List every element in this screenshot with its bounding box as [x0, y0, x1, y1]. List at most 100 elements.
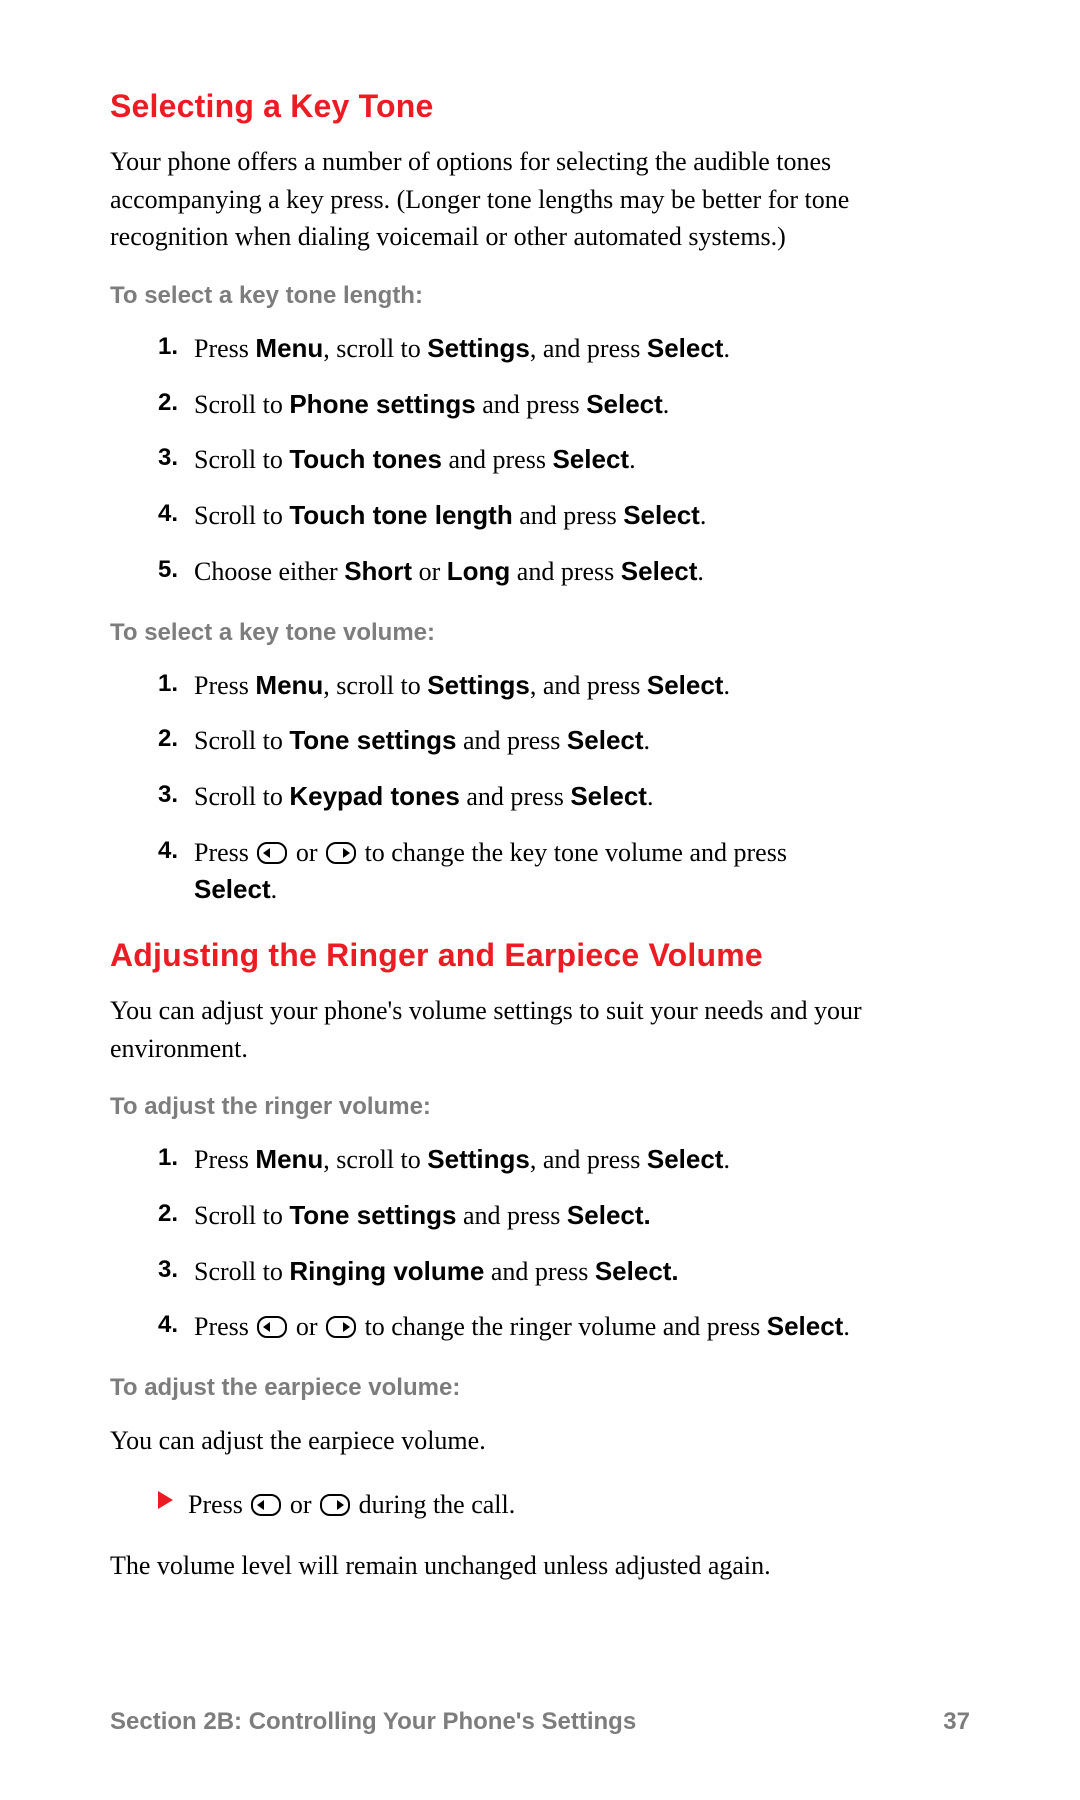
bold: Select. — [595, 1256, 679, 1286]
step-text: Scroll to — [194, 501, 289, 530]
step: 3. Scroll to Keypad tones and press Sele… — [158, 778, 970, 816]
nav-left-icon — [257, 1316, 287, 1338]
intro-ringer: You can adjust your phone's volume setti… — [110, 992, 970, 1067]
step-text: or — [289, 1312, 324, 1341]
steps-ringer-volume: 1. Press Menu, scroll to Settings, and p… — [110, 1141, 970, 1346]
bold: Touch tone length — [289, 500, 512, 530]
earpiece-step: Press or during the call. — [110, 1486, 970, 1524]
bold: Ringing volume — [289, 1256, 484, 1286]
label-key-tone-volume: To select a key tone volume: — [110, 619, 970, 647]
red-arrow-icon — [158, 1491, 173, 1509]
step-text: , and press — [530, 1145, 647, 1174]
step-number: 3. — [158, 778, 178, 813]
label-earpiece-volume: To adjust the earpiece volume: — [110, 1374, 970, 1402]
bold: Select — [552, 444, 629, 474]
heading-ringer-earpiece: Adjusting the Ringer and Earpiece Volume — [110, 937, 970, 974]
bold: Select — [570, 781, 647, 811]
step-text: and press — [456, 726, 566, 755]
step: 4. Scroll to Touch tone length and press… — [158, 497, 970, 535]
steps-key-tone-volume: 1. Press Menu, scroll to Settings, and p… — [110, 667, 970, 909]
step-number: 4. — [158, 834, 178, 869]
step-text: . — [271, 875, 278, 904]
bold: Select — [586, 389, 663, 419]
step-text: to change the key tone volume and press — [358, 838, 787, 867]
bold: Settings — [427, 1144, 530, 1174]
bold: Select — [567, 725, 644, 755]
step-number: 2. — [158, 386, 178, 421]
step-text: , scroll to — [323, 671, 427, 700]
heading-key-tone: Selecting a Key Tone — [110, 88, 970, 125]
step-text: and press — [460, 782, 570, 811]
step: 1. Press Menu, scroll to Settings, and p… — [158, 667, 970, 705]
step-text: or — [412, 557, 447, 586]
step-number: 2. — [158, 722, 178, 757]
bold: Select — [647, 1144, 724, 1174]
step-text: Scroll to — [194, 1257, 289, 1286]
step-number: 1. — [158, 1141, 178, 1176]
step-text: to change the ringer volume and press — [358, 1312, 767, 1341]
step-text: Scroll to — [194, 390, 289, 419]
bold: Menu — [255, 670, 323, 700]
step-text: , and press — [530, 334, 647, 363]
bold: Select — [767, 1311, 844, 1341]
step-text: and press — [513, 501, 623, 530]
step-text: and press — [476, 390, 586, 419]
step-number: 2. — [158, 1197, 178, 1232]
step-text: or — [289, 838, 324, 867]
bold: Menu — [255, 1144, 323, 1174]
step-text: Press — [194, 1145, 255, 1174]
bold: Select. — [567, 1200, 651, 1230]
step-number: 5. — [158, 553, 178, 588]
step-text: and press — [510, 557, 620, 586]
step-text: Press — [188, 1490, 249, 1519]
step-number: 3. — [158, 441, 178, 476]
step-number: 1. — [158, 667, 178, 702]
intro-key-tone: Your phone offers a number of options fo… — [110, 143, 970, 256]
step-text: during the call. — [352, 1490, 515, 1519]
step-text: and press — [442, 445, 552, 474]
bold: Tone settings — [289, 1200, 456, 1230]
step-text: . — [843, 1312, 850, 1341]
step-text: Scroll to — [194, 1201, 289, 1230]
step: 1. Press Menu, scroll to Settings, and p… — [158, 1141, 970, 1179]
step-text: , and press — [530, 671, 647, 700]
step-text: , scroll to — [323, 334, 427, 363]
step: 1. Press Menu, scroll to Settings, and p… — [158, 330, 970, 368]
step-text: Press — [194, 671, 255, 700]
bold: Long — [447, 556, 511, 586]
step-text: Choose either — [194, 557, 344, 586]
step-text: Press — [194, 838, 255, 867]
nav-right-icon — [326, 842, 356, 864]
step: 2. Scroll to Phone settings and press Se… — [158, 386, 970, 424]
bold: Touch tones — [289, 444, 442, 474]
bold: Select — [647, 670, 724, 700]
step: 2. Scroll to Tone settings and press Sel… — [158, 1197, 970, 1235]
manual-page: Selecting a Key Tone Your phone offers a… — [0, 0, 1080, 1800]
steps-key-tone-length: 1. Press Menu, scroll to Settings, and p… — [110, 330, 970, 590]
step-text: . — [723, 1145, 730, 1174]
bold: Settings — [427, 670, 530, 700]
label-ringer-volume: To adjust the ringer volume: — [110, 1093, 970, 1121]
nav-right-icon — [326, 1316, 356, 1338]
step: 5. Choose either Short or Long and press… — [158, 553, 970, 591]
step-text: . — [697, 557, 704, 586]
step: 4. Press or to change the ringer volume … — [158, 1308, 970, 1346]
earpiece-intro: You can adjust the earpiece volume. — [110, 1422, 970, 1460]
step-text: . — [629, 445, 636, 474]
step: 3. Scroll to Ringing volume and press Se… — [158, 1253, 970, 1291]
bold: Short — [344, 556, 412, 586]
bold: Select — [194, 874, 271, 904]
nav-right-icon — [320, 1494, 350, 1516]
step-number: 4. — [158, 497, 178, 532]
step-text: . — [644, 726, 651, 755]
step-text: Scroll to — [194, 782, 289, 811]
step-text: . — [723, 334, 730, 363]
step: 2. Scroll to Tone settings and press Sel… — [158, 722, 970, 760]
step-number: 4. — [158, 1308, 178, 1343]
step-text: . — [647, 782, 654, 811]
nav-left-icon — [257, 842, 287, 864]
step: 3. Scroll to Touch tones and press Selec… — [158, 441, 970, 479]
step-number: 1. — [158, 330, 178, 365]
step: 4. Press or to change the key tone volum… — [158, 834, 970, 909]
bold: Select — [621, 556, 698, 586]
